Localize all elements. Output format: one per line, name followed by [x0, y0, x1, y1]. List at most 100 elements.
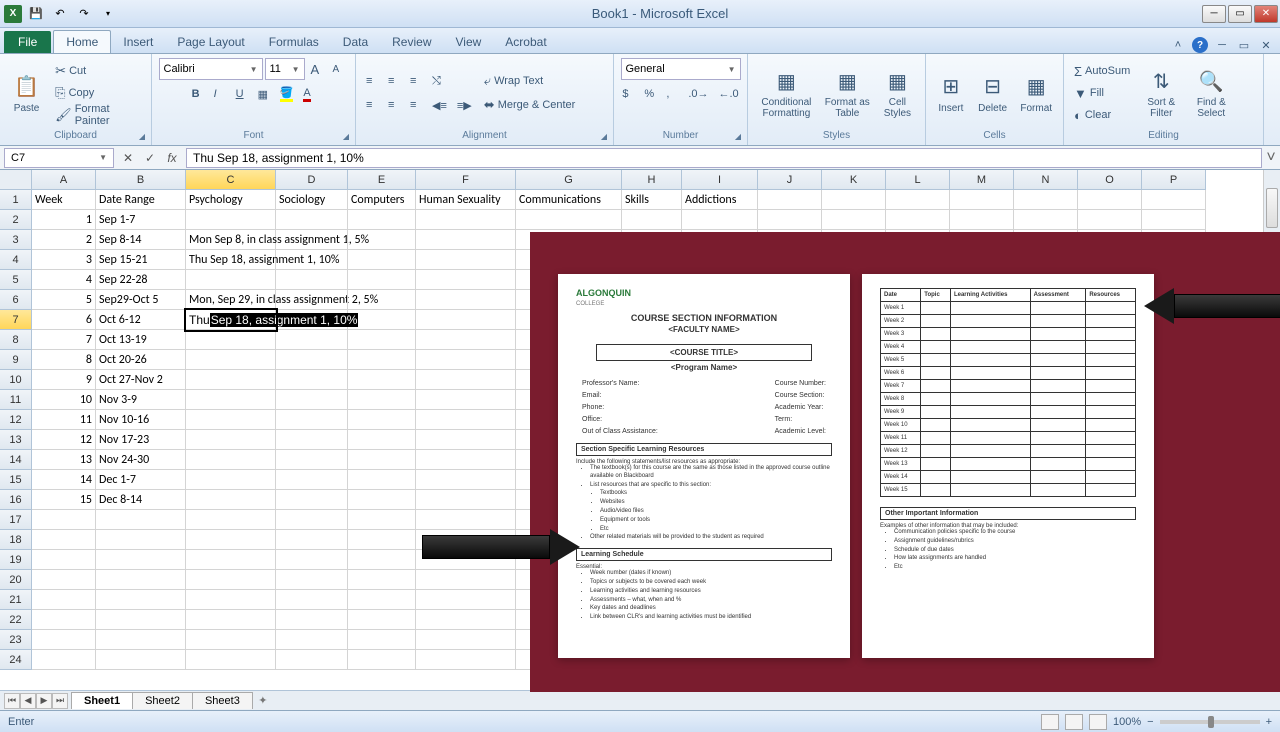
cell-D11[interactable] [276, 390, 348, 410]
cell-B16[interactable]: Dec 8-14 [96, 490, 186, 510]
cell-H2[interactable] [622, 210, 682, 230]
row-header-2[interactable]: 2 [0, 210, 32, 230]
cell-L2[interactable] [886, 210, 950, 230]
cell-P2[interactable] [1142, 210, 1206, 230]
normal-view-button[interactable] [1041, 714, 1059, 730]
cell-G2[interactable] [516, 210, 622, 230]
cell-B18[interactable] [96, 530, 186, 550]
shrink-font-button[interactable]: A [329, 59, 349, 79]
fill-color-button[interactable]: 🪣 [276, 84, 298, 104]
page-layout-view-button[interactable] [1065, 714, 1083, 730]
cell-C17[interactable] [186, 510, 276, 530]
row-header-23[interactable]: 23 [0, 630, 32, 650]
cell-F23[interactable] [416, 630, 516, 650]
cell-C23[interactable] [186, 630, 276, 650]
cell-A5[interactable]: 4 [32, 270, 96, 290]
cell-E3[interactable] [348, 230, 416, 250]
cell-F15[interactable] [416, 470, 516, 490]
cell-F24[interactable] [416, 650, 516, 670]
column-header-O[interactable]: O [1078, 170, 1142, 190]
cell-D20[interactable] [276, 570, 348, 590]
cell-E17[interactable] [348, 510, 416, 530]
cell-C21[interactable] [186, 590, 276, 610]
sheet-first-button[interactable]: ⏮ [4, 693, 20, 709]
font-name-selector[interactable]: Calibri▼ [159, 58, 263, 80]
paste-button[interactable]: 📋 Paste [6, 60, 47, 126]
cell-styles-button[interactable]: ▦Cell Styles [876, 60, 919, 126]
qat-save-button[interactable]: 💾 [26, 4, 46, 24]
italic-button[interactable]: I [210, 84, 230, 104]
cell-D19[interactable] [276, 550, 348, 570]
cell-D8[interactable] [276, 330, 348, 350]
cell-C12[interactable] [186, 410, 276, 430]
cell-F5[interactable] [416, 270, 516, 290]
formula-input[interactable]: Thu Sep 18, assignment 1, 10% [186, 148, 1262, 168]
cell-E12[interactable] [348, 410, 416, 430]
cell-C4[interactable]: Thu Sep 18, assignment 1, 10% [186, 250, 276, 270]
column-header-C[interactable]: C [186, 170, 276, 190]
column-header-I[interactable]: I [682, 170, 758, 190]
row-header-13[interactable]: 13 [0, 430, 32, 450]
qat-redo-button[interactable]: ↷ [74, 4, 94, 24]
cell-B9[interactable]: Oct 20-26 [96, 350, 186, 370]
decrease-decimal-button[interactable]: ←.0 [715, 84, 743, 104]
format-as-table-button[interactable]: ▦Format as Table [823, 60, 872, 126]
cell-E24[interactable] [348, 650, 416, 670]
cell-F2[interactable] [416, 210, 516, 230]
cell-A6[interactable]: 5 [32, 290, 96, 310]
cell-C8[interactable] [186, 330, 276, 350]
cell-F13[interactable] [416, 430, 516, 450]
column-header-N[interactable]: N [1014, 170, 1078, 190]
cell-A16[interactable]: 15 [32, 490, 96, 510]
cell-O1[interactable] [1078, 190, 1142, 210]
cell-C15[interactable] [186, 470, 276, 490]
cell-F16[interactable] [416, 490, 516, 510]
cell-E20[interactable] [348, 570, 416, 590]
cell-B21[interactable] [96, 590, 186, 610]
fill-button[interactable]: ▼Fill [1070, 83, 1134, 103]
tab-view[interactable]: View [444, 31, 494, 53]
cell-E18[interactable] [348, 530, 416, 550]
tab-acrobat[interactable]: Acrobat [493, 31, 558, 53]
cell-B13[interactable]: Nov 17-23 [96, 430, 186, 450]
cell-C10[interactable] [186, 370, 276, 390]
cell-D1[interactable]: Sociology [276, 190, 348, 210]
cell-A1[interactable]: Week [32, 190, 96, 210]
sheet-prev-button[interactable]: ◀ [20, 693, 36, 709]
help-button[interactable]: ? [1192, 37, 1208, 53]
clear-button[interactable]: ◐Clear [1070, 105, 1134, 125]
cut-button[interactable]: ✂Cut [51, 61, 145, 81]
doc-close-button[interactable]: ✕ [1258, 37, 1274, 53]
tab-data[interactable]: Data [331, 31, 380, 53]
cell-A21[interactable] [32, 590, 96, 610]
cell-F10[interactable] [416, 370, 516, 390]
cell-B3[interactable]: Sep 8-14 [96, 230, 186, 250]
column-header-J[interactable]: J [758, 170, 822, 190]
column-header-D[interactable]: D [276, 170, 348, 190]
cell-C5[interactable] [186, 270, 276, 290]
cell-A12[interactable]: 11 [32, 410, 96, 430]
row-header-3[interactable]: 3 [0, 230, 32, 250]
column-header-K[interactable]: K [822, 170, 886, 190]
cell-C18[interactable] [186, 530, 276, 550]
cell-C24[interactable] [186, 650, 276, 670]
cell-H1[interactable]: Skills [622, 190, 682, 210]
cell-D15[interactable] [276, 470, 348, 490]
cell-B23[interactable] [96, 630, 186, 650]
cell-E9[interactable] [348, 350, 416, 370]
font-size-selector[interactable]: 11▼ [265, 58, 305, 80]
insert-cells-button[interactable]: ⊞Insert [932, 60, 970, 126]
column-header-M[interactable]: M [950, 170, 1014, 190]
cell-D17[interactable] [276, 510, 348, 530]
cell-B10[interactable]: Oct 27-Nov 2 [96, 370, 186, 390]
cell-E5[interactable] [348, 270, 416, 290]
column-header-A[interactable]: A [32, 170, 96, 190]
percent-button[interactable]: % [640, 84, 660, 104]
tab-file[interactable]: File [4, 31, 51, 53]
cell-A11[interactable]: 10 [32, 390, 96, 410]
cell-C14[interactable] [186, 450, 276, 470]
cell-D23[interactable] [276, 630, 348, 650]
close-button[interactable]: ✕ [1254, 5, 1278, 23]
cell-C16[interactable] [186, 490, 276, 510]
cell-O2[interactable] [1078, 210, 1142, 230]
